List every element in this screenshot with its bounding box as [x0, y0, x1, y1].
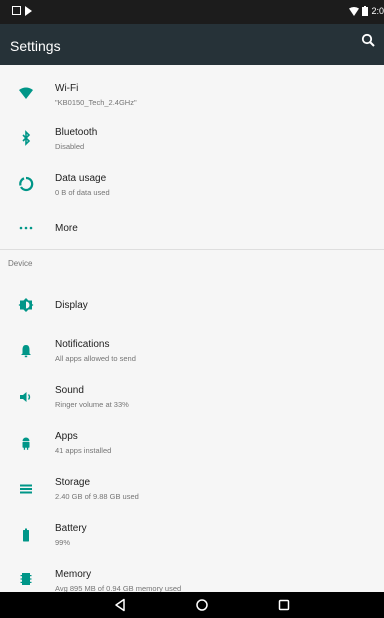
settings-item-title: Sound [55, 385, 84, 396]
settings-item-storage[interactable]: Storage 2.40 GB of 9.88 GB used [0, 467, 384, 511]
settings-item-data-usage[interactable]: Data usage 0 B of data used [0, 161, 384, 203]
settings-item-subtitle: "KB0150_Tech_2.4GHz" [55, 98, 137, 107]
settings-item-subtitle: 0 B of data used [55, 188, 110, 197]
section-divider [0, 249, 384, 250]
notifications-bell-icon [21, 345, 31, 358]
notification-image-icon [12, 6, 21, 15]
app-bar: Settings [0, 24, 384, 65]
status-notifications [12, 6, 32, 16]
settings-item-title: Display [55, 300, 88, 311]
battery-icon [23, 528, 29, 542]
settings-item-title: Storage [55, 477, 91, 488]
settings-item-title: Bluetooth [55, 127, 98, 138]
settings-item-wifi[interactable]: Wi-Fi "KB0150_Tech_2.4GHz" [0, 71, 384, 113]
settings-item-display[interactable]: Display [0, 285, 384, 327]
section-header-device: Device [8, 259, 33, 268]
settings-item-bluetooth[interactable]: Bluetooth Disabled [0, 115, 384, 157]
apps-android-icon [22, 437, 30, 450]
settings-item-title: Memory [55, 569, 92, 580]
recents-icon[interactable] [276, 597, 292, 613]
storage-icon [20, 484, 32, 494]
wifi-icon [19, 87, 33, 99]
settings-item-subtitle: All apps allowed to send [55, 354, 136, 363]
settings-item-title: Wi-Fi [55, 83, 79, 94]
navigation-bar [0, 592, 384, 618]
settings-item-subtitle: 99% [55, 538, 71, 547]
data-usage-icon [19, 176, 34, 192]
settings-item-apps[interactable]: Apps 41 apps installed [0, 421, 384, 465]
memory-chip-icon [20, 573, 32, 585]
settings-item-memory[interactable]: Memory Avg 895 MB of 0.94 GB memory used [0, 559, 384, 593]
settings-item-more[interactable]: More [0, 207, 384, 247]
settings-item-title: Battery [55, 523, 87, 534]
battery-icon [362, 6, 369, 16]
status-system-icons: 2:0 [349, 6, 384, 16]
settings-item-sound[interactable]: Sound Ringer volume at 33% [0, 375, 384, 419]
sound-speaker-icon [20, 392, 31, 402]
back-icon[interactable] [112, 597, 128, 613]
settings-item-subtitle: Disabled [55, 142, 85, 151]
status-time: 2:0 [371, 6, 384, 16]
search-icon[interactable] [360, 32, 378, 50]
settings-item-title: Data usage [55, 173, 107, 184]
display-brightness-icon [18, 298, 34, 312]
bluetooth-icon [22, 130, 31, 146]
wifi-icon [349, 6, 360, 16]
settings-item-title: Notifications [55, 339, 110, 350]
notification-play-icon [25, 6, 32, 16]
status-bar: 2:0 [0, 0, 384, 24]
more-icon [19, 226, 33, 230]
settings-item-subtitle: 2.40 GB of 9.88 GB used [55, 492, 139, 501]
settings-item-title: More [55, 223, 78, 234]
home-icon[interactable] [194, 597, 210, 613]
page-title: Settings [10, 38, 61, 54]
settings-item-subtitle: Ringer volume at 33% [55, 400, 129, 409]
settings-item-battery[interactable]: Battery 99% [0, 513, 384, 557]
settings-item-subtitle: 41 apps installed [55, 446, 112, 455]
settings-item-title: Apps [55, 431, 78, 442]
settings-item-notifications[interactable]: Notifications All apps allowed to send [0, 329, 384, 373]
